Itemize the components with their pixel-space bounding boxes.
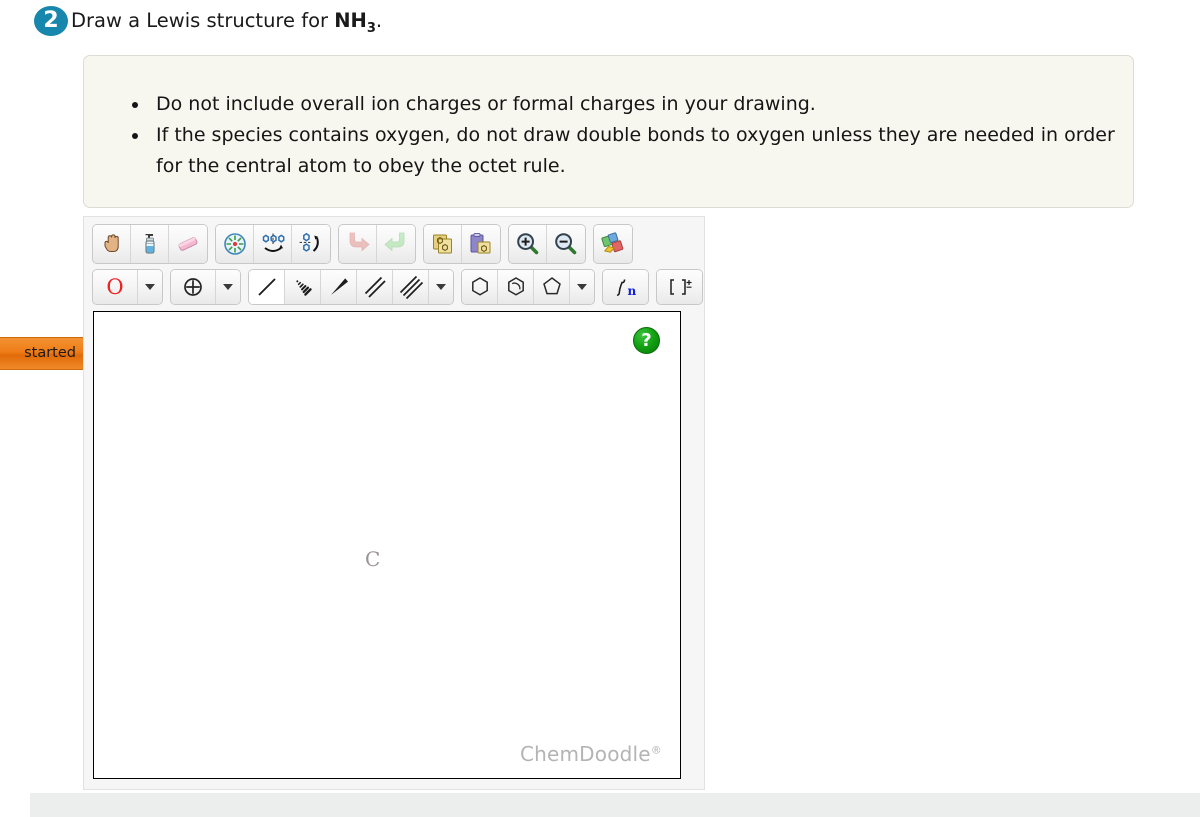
page-title: Draw a Lewis structure for NH3. [71, 6, 382, 44]
toolbar-group-history [338, 224, 416, 264]
canvas-atom-label: C [365, 547, 381, 571]
list-item: Do not include overall ion charges or fo… [150, 89, 1133, 120]
toolbar-group-misc: n [602, 269, 649, 305]
triple-bond-tool-button[interactable] [393, 270, 429, 304]
question-header: 2 Draw a Lewis structure for NH3. [34, 4, 1134, 44]
redo-arrow-icon [383, 231, 409, 257]
chevron-down-icon [436, 284, 446, 290]
hand-icon [99, 231, 125, 257]
center-target-icon [222, 231, 248, 257]
single-bond-icon [254, 274, 280, 300]
toolbar-group-element: O [92, 269, 163, 305]
charge-tool-button[interactable] [171, 270, 216, 304]
sketcher-toolbar-secondary: O n [92, 267, 710, 307]
toolbar-group-bracket [656, 269, 703, 305]
paste-tool-button[interactable] [462, 225, 500, 263]
question-prompt-suffix: . [375, 9, 383, 32]
element-picker-button[interactable]: O [93, 270, 138, 304]
cyclopentane-ring-tool-button[interactable] [534, 270, 570, 304]
ring-picker-dropdown[interactable] [570, 270, 594, 304]
toolbar-group-zoom [508, 224, 586, 264]
watermark-text: ChemDoodle [519, 742, 651, 766]
toolbar-group-templates [593, 224, 633, 264]
solid-wedge-bond-icon [326, 274, 352, 300]
toolbar-group-edit [92, 224, 208, 264]
colored-shapes-icon [600, 231, 626, 257]
double-bond-icon [362, 274, 388, 300]
toolbar-group-transform [215, 224, 331, 264]
chevron-down-icon [223, 284, 233, 290]
charge-picker-dropdown[interactable] [216, 270, 240, 304]
toolbar-group-bonds [248, 269, 454, 305]
bond-picker-dropdown[interactable] [429, 270, 453, 304]
copy-tool-button[interactable] [424, 225, 462, 263]
magnifier-minus-icon [553, 231, 579, 257]
hashed-wedge-bond-icon [290, 274, 316, 300]
repeat-unit-tool-button[interactable]: n [603, 270, 648, 304]
molecule-drawing-canvas[interactable]: ? C ChemDoodle® [93, 311, 681, 779]
toolbar-group-rings [461, 269, 595, 305]
hand-tool-button[interactable] [93, 225, 131, 263]
optimize-tool-button[interactable] [216, 225, 254, 263]
toolbar-group-charge [170, 269, 241, 305]
bracket-charge-icon [665, 275, 695, 299]
help-button[interactable]: ? [633, 327, 660, 354]
question-prompt-prefix: Draw a Lewis structure for [71, 9, 335, 32]
clear-tool-button[interactable] [131, 225, 169, 263]
element-picker-dropdown[interactable] [138, 270, 162, 304]
triple-bond-icon [398, 274, 424, 300]
sketcher-toolbar-primary [92, 223, 640, 265]
registered-trademark-icon: ® [650, 743, 662, 757]
element-picker-label: O [106, 274, 124, 299]
get-started-tab[interactable]: started [0, 337, 89, 370]
toolbar-group-clipboard [423, 224, 501, 264]
wedge-bond-tool-button[interactable] [321, 270, 357, 304]
aromatic-ring-tool-button[interactable] [498, 270, 534, 304]
aromatic-hexagon-icon [503, 274, 529, 300]
undo-arrow-icon [345, 231, 371, 257]
template-tool-button[interactable] [594, 225, 632, 263]
chemdoodle-sketcher-panel: O n ? C ChemDoodle® [83, 216, 705, 790]
page-root: 2 Draw a Lewis structure for NH3. Do not… [0, 0, 1200, 817]
copy-icon [430, 231, 456, 257]
undo-tool-button[interactable] [339, 225, 377, 263]
eraser-icon [175, 231, 201, 257]
question-formula-main: NH [334, 9, 367, 32]
zoom-in-tool-button[interactable] [509, 225, 547, 263]
redo-tool-button[interactable] [377, 225, 415, 263]
spray-bottle-icon [137, 231, 163, 257]
footer-left-spacer [0, 793, 30, 817]
chevron-down-icon [145, 284, 155, 290]
footer-band [30, 793, 1200, 817]
instructions-list: Do not include overall ion charges or fo… [84, 56, 1133, 182]
instructions-callout: Do not include overall ion charges or fo… [83, 55, 1134, 208]
svg-text:n: n [627, 284, 636, 298]
polymer-n-icon: n [611, 275, 641, 299]
eraser-tool-button[interactable] [169, 225, 207, 263]
flip-tool-button[interactable] [254, 225, 292, 263]
double-bond-tool-button[interactable] [357, 270, 393, 304]
benzene-ring-tool-button[interactable] [462, 270, 498, 304]
hash-bond-tool-button[interactable] [285, 270, 321, 304]
list-item: If the species contains oxygen, do not d… [150, 120, 1133, 182]
bracket-charge-tool-button[interactable] [657, 270, 702, 304]
flip-horizontal-icon [260, 231, 286, 257]
paste-clipboard-icon [468, 231, 494, 257]
chevron-down-icon [577, 284, 587, 290]
pentagon-icon [539, 274, 565, 300]
zoom-out-tool-button[interactable] [547, 225, 585, 263]
chemdoodle-watermark: ChemDoodle® [520, 742, 662, 766]
question-number-badge: 2 [34, 6, 68, 36]
rotate-tool-button[interactable] [292, 225, 330, 263]
question-formula-sub: 3 [366, 20, 376, 36]
hexagon-icon [467, 274, 493, 300]
rotate-icon [298, 231, 324, 257]
circled-plus-icon [181, 275, 205, 299]
magnifier-plus-icon [515, 231, 541, 257]
single-bond-tool-button[interactable] [249, 270, 285, 304]
